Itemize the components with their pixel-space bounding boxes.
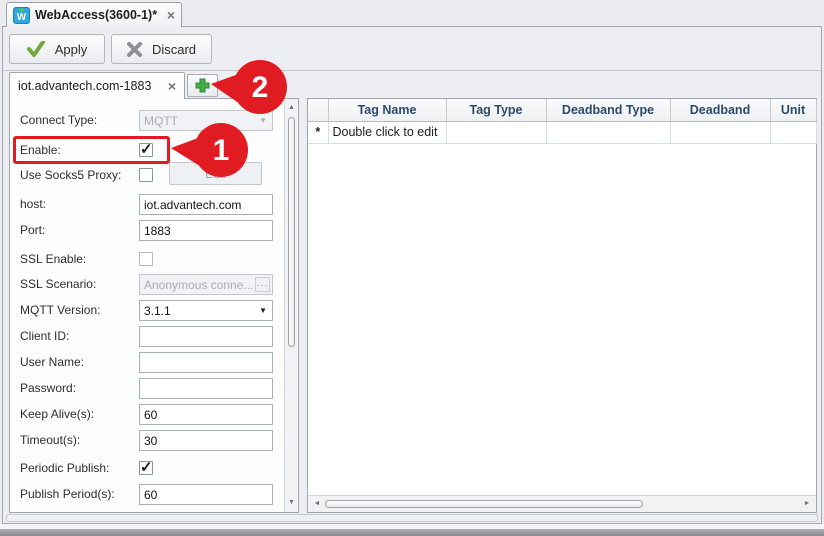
form-row-keep-alive: Keep Alive(s): [10, 404, 298, 425]
apply-button[interactable]: Apply [9, 34, 105, 64]
row-marker-header [308, 99, 328, 121]
timeout-input[interactable] [139, 430, 273, 451]
keep-alive-input[interactable] [139, 404, 273, 425]
socks5-checkbox[interactable] [139, 168, 153, 182]
chevron-down-icon: ▼ [259, 306, 267, 315]
port-label: Port: [20, 220, 45, 241]
publish-period-input[interactable] [139, 484, 273, 505]
column-header-deadband[interactable]: Deadband [670, 99, 770, 121]
ssl-enable-label: SSL Enable: [20, 249, 86, 270]
mqtt-version-select[interactable]: 3.1.1 ▼ [139, 300, 273, 321]
host-label: host: [20, 194, 46, 215]
svg-text:W: W [17, 12, 27, 23]
callout-step-1: 1 [163, 121, 255, 179]
mqtt-version-value: 3.1.1 [144, 304, 171, 318]
horizontal-scrollbar-thumb[interactable] [325, 500, 643, 508]
ssl-enable-checkbox[interactable] [139, 252, 153, 266]
webaccess-logo-icon: W [13, 7, 30, 24]
tab-connection-active[interactable]: iot.advantech.com-1883 × [9, 72, 185, 99]
enable-highlight-rectangle [13, 136, 170, 164]
ssl-scenario-value: Anonymous conne... [144, 278, 253, 292]
toolbar: Apply Discard [3, 27, 821, 71]
connection-tab-label: iot.advantech.com-1883 [18, 79, 151, 93]
tag-table: Tag Name Tag Type Deadband Type Deadband… [308, 99, 817, 144]
column-header-deadband-type[interactable]: Deadband Type [546, 99, 670, 121]
form-row-port: Port: [10, 220, 298, 241]
form-row-ssl-scenario: SSL Scenario: Anonymous conne... ··· [10, 274, 298, 295]
bottom-edge-bar [0, 529, 824, 536]
table-row[interactable]: * Double click to edit [308, 121, 816, 143]
mqtt-version-label: MQTT Version: [20, 300, 100, 321]
discard-x-icon [127, 42, 142, 57]
discard-button[interactable]: Discard [111, 34, 212, 64]
callout-step-2: 2 [203, 58, 295, 116]
apply-button-label: Apply [55, 42, 88, 57]
ssl-scenario-label: SSL Scenario: [20, 274, 96, 295]
column-header-tag-name[interactable]: Tag Name [328, 99, 446, 121]
user-name-input[interactable] [139, 352, 273, 373]
scroll-down-icon[interactable]: ▼ [285, 496, 298, 510]
ssl-scenario-browse-button[interactable]: ··· [255, 277, 270, 292]
close-connection-tab-icon[interactable]: × [168, 80, 176, 92]
cell-deadband-type[interactable] [546, 121, 670, 143]
apply-check-icon [27, 41, 45, 57]
timeout-label: Timeout(s): [20, 430, 80, 451]
port-input[interactable] [139, 220, 273, 241]
checkmark-icon: ✓ [140, 458, 153, 476]
document-tab-title: WebAccess(3600-1)* [35, 8, 157, 22]
host-input[interactable] [139, 194, 273, 215]
column-header-unit[interactable]: Unit [770, 99, 816, 121]
socks5-label: Use Socks5 Proxy: [20, 165, 121, 186]
callout-step-2-number: 2 [252, 71, 269, 104]
form-row-password: Password: [10, 378, 298, 399]
cell-tag-name[interactable]: Double click to edit [328, 121, 446, 143]
application-window: W WebAccess(3600-1)* × Apply Discard iot… [0, 0, 824, 536]
tag-table-panel: Tag Name Tag Type Deadband Type Deadband… [307, 98, 817, 513]
form-row-ssl-enable: SSL Enable: [10, 249, 298, 270]
connect-type-label: Connect Type: [20, 110, 97, 131]
form-row-publish-period: Publish Period(s): [10, 484, 298, 505]
main-window: Apply Discard iot.advantech.com-1883 × C… [2, 26, 822, 524]
periodic-publish-checkbox[interactable]: ✓ [139, 461, 153, 475]
cell-unit[interactable] [770, 121, 816, 143]
form-row-periodic-publish: Periodic Publish: ✓ [10, 458, 298, 479]
callout-step-1-number: 1 [213, 134, 230, 167]
client-id-input[interactable] [139, 326, 273, 347]
publish-period-label: Publish Period(s): [20, 484, 115, 505]
form-vertical-scrollbar[interactable]: ▲ ▼ [284, 99, 298, 512]
cell-tag-type[interactable] [446, 121, 546, 143]
vertical-scrollbar-thumb[interactable] [288, 117, 295, 347]
column-header-tag-type[interactable]: Tag Type [446, 99, 546, 121]
password-input[interactable] [139, 378, 273, 399]
form-row-client-id: Client ID: [10, 326, 298, 347]
periodic-publish-label: Periodic Publish: [20, 458, 109, 479]
scroll-right-icon[interactable]: ► [800, 496, 814, 512]
discard-button-label: Discard [152, 42, 196, 57]
status-strip [6, 514, 818, 522]
form-row-timeout: Timeout(s): [10, 430, 298, 451]
keep-alive-label: Keep Alive(s): [20, 404, 94, 425]
new-row-marker: * [308, 121, 328, 143]
table-horizontal-scrollbar[interactable]: ◄ ► [308, 495, 816, 512]
tag-table-header-row: Tag Name Tag Type Deadband Type Deadband… [308, 99, 816, 121]
form-row-user-name: User Name: [10, 352, 298, 373]
form-row-mqtt-version: MQTT Version: 3.1.1 ▼ [10, 300, 298, 321]
cell-deadband[interactable] [670, 121, 770, 143]
ssl-scenario-field[interactable]: Anonymous conne... ··· [139, 274, 273, 295]
scroll-left-icon[interactable]: ◄ [310, 496, 324, 512]
form-row-host: host: [10, 194, 298, 215]
tab-webaccess-3600-1[interactable]: W WebAccess(3600-1)* × [6, 2, 182, 27]
close-tab-icon[interactable]: × [167, 9, 175, 21]
password-label: Password: [20, 378, 76, 399]
user-name-label: User Name: [20, 352, 84, 373]
chevron-down-icon: ▼ [259, 116, 267, 125]
client-id-label: Client ID: [20, 326, 69, 347]
